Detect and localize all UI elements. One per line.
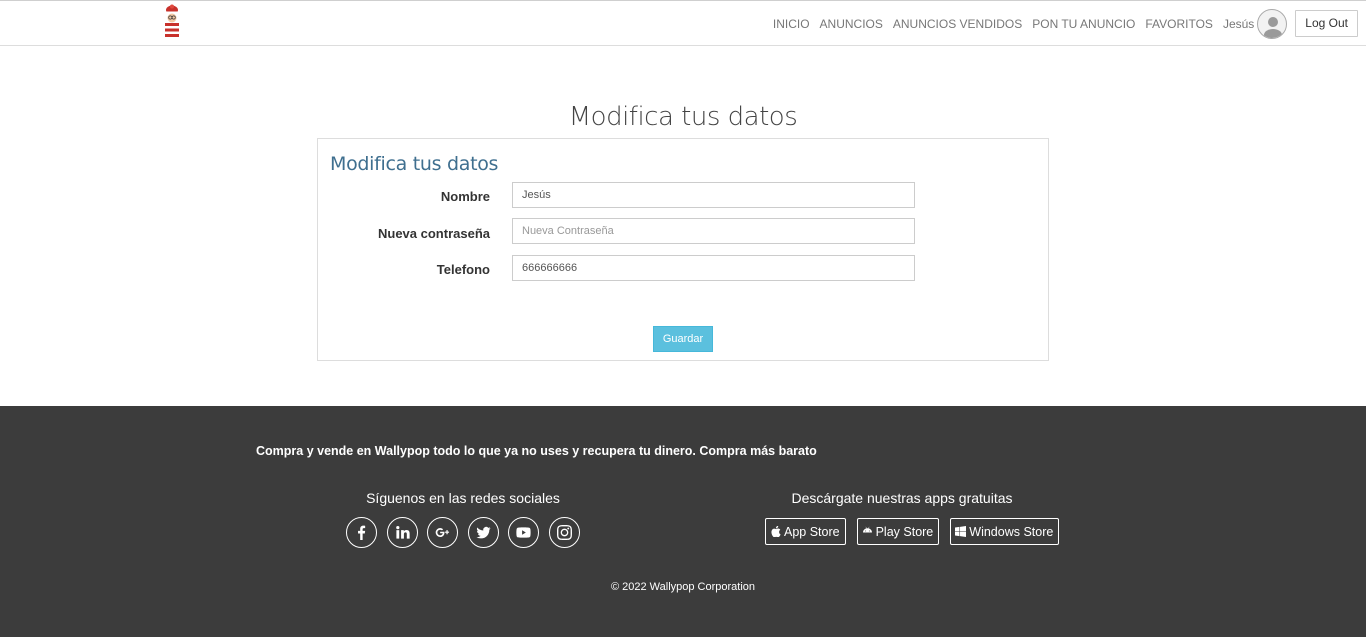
facebook-button[interactable] [346,517,377,548]
google-plus-icon [435,528,450,537]
password-label: Nueva contraseña [378,226,490,241]
linkedin-button[interactable] [386,517,418,548]
footer: Compra y vende en Wallypop todo lo que y… [0,406,1366,637]
avatar[interactable] [1257,8,1288,39]
telefono-label: Telefono [436,262,490,277]
play-store-label: Play Store [875,524,934,539]
nav-anuncios[interactable]: ANUNCIOS [820,17,883,31]
edit-profile-panel: Modifica tus datos Nombre Nueva contrase… [317,138,1049,361]
instagram-button[interactable] [548,517,580,548]
apple-icon [771,526,781,537]
store-links: App Store Play Store Windows Store [765,518,1070,545]
logout-button[interactable]: Log Out [1295,10,1358,37]
save-button[interactable]: Guardar [653,326,713,352]
nav-links: INICIO ANUNCIOS ANUNCIOS VENDIDOS PON TU… [773,1,1366,46]
copyright: © 2022 Wallypop Corporation [610,581,756,593]
nav-user-name[interactable]: Jesús [1223,17,1254,31]
user-icon [1264,16,1283,38]
wally-logo[interactable] [160,4,184,38]
panel-title: Modifica tus datos [330,153,499,175]
youtube-button[interactable] [508,517,539,548]
google-plus-button[interactable] [427,517,458,548]
twitter-icon [475,526,491,539]
new-password-input[interactable] [512,218,915,244]
social-links [346,517,589,548]
instagram-icon [556,525,572,540]
social-heading: Síguenos en las redes sociales [366,490,560,506]
android-icon [862,526,872,533]
nav-inicio[interactable]: INICIO [773,17,810,31]
page-title: Modifica tus datos [568,102,798,132]
footer-tagline: Compra y vende en Wallypop todo lo que y… [256,444,817,458]
windows-store-label: Windows Store [969,524,1054,539]
windows-icon [955,526,967,537]
facebook-icon [358,525,366,540]
youtube-icon [516,527,531,538]
windows-store-button[interactable]: Windows Store [950,518,1060,545]
linkedin-icon [395,526,410,539]
apps-heading: Descárgate nuestras apps gratuitas [791,490,1013,506]
app-store-label: App Store [784,524,840,539]
nav-favoritos[interactable]: FAVORITOS [1145,17,1213,31]
twitter-button[interactable] [467,517,499,548]
nav-pon-tu-anuncio[interactable]: PON TU ANUNCIO [1032,17,1135,31]
nombre-label: Nombre [440,189,490,204]
app-store-button[interactable]: App Store [765,518,846,545]
nav-anuncios-vendidos[interactable]: ANUNCIOS VENDIDOS [893,17,1022,31]
nombre-input[interactable] [512,182,915,208]
navbar: INICIO ANUNCIOS ANUNCIOS VENDIDOS PON TU… [0,0,1366,46]
play-store-button[interactable]: Play Store [856,518,940,545]
telefono-input[interactable] [512,255,915,281]
